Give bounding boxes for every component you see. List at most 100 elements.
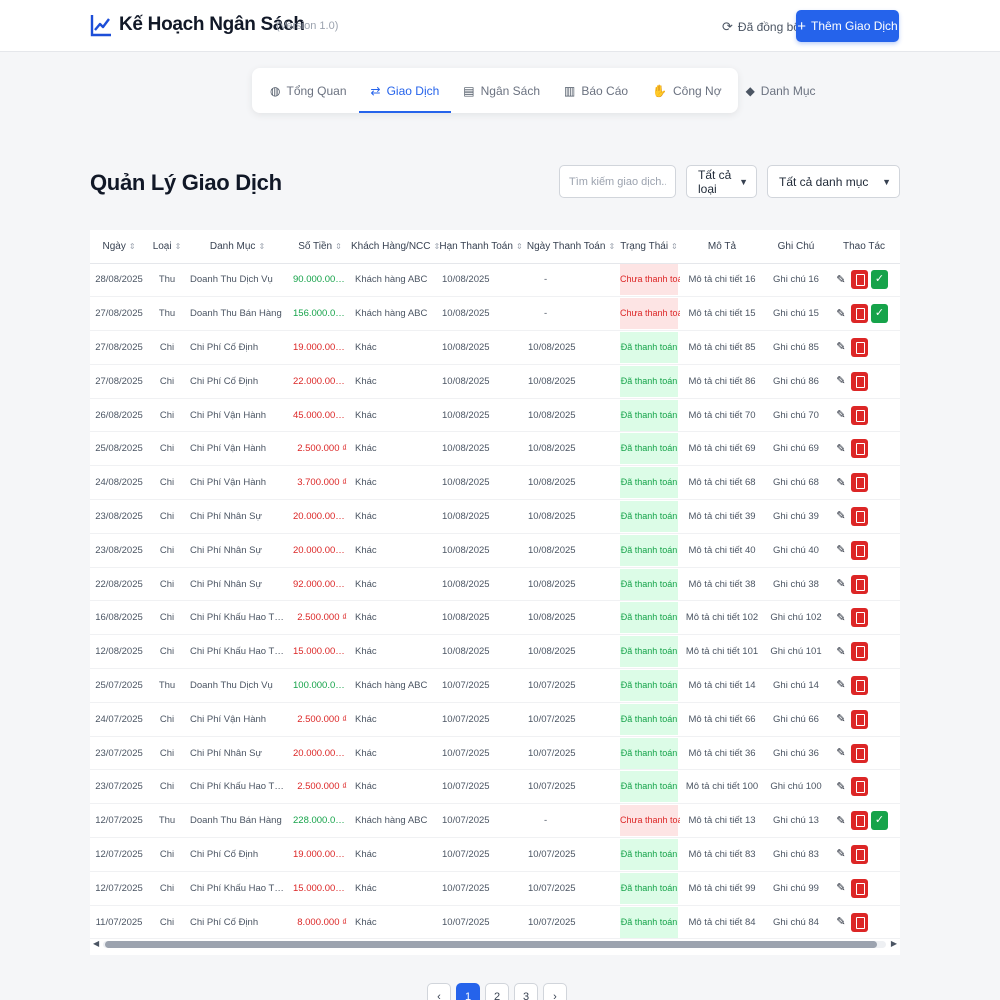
next-page-button[interactable]: › — [543, 983, 567, 1000]
delete-icon[interactable] — [851, 743, 868, 763]
sort-icon[interactable]: ⇕ — [335, 242, 342, 251]
edit-icon[interactable]: ✎ — [834, 745, 848, 761]
delete-icon[interactable] — [851, 506, 868, 526]
mark-paid-icon[interactable]: ✓ — [871, 270, 888, 290]
edit-icon[interactable]: ✎ — [834, 373, 848, 389]
column-header[interactable]: Loại ⇕ — [148, 230, 186, 264]
category-filter-select[interactable]: Tất cả danh mục ▼ — [767, 165, 900, 198]
search-input[interactable] — [559, 165, 676, 198]
page-button-1[interactable]: 1 — [456, 983, 480, 1000]
delete-icon[interactable] — [851, 337, 868, 357]
edit-icon[interactable]: ✎ — [834, 576, 848, 592]
tab-danh-muc[interactable]: ◆ Danh Mục — [734, 68, 828, 113]
scroll-left-icon[interactable]: ◀ — [93, 939, 99, 948]
sort-icon[interactable]: ⇕ — [129, 242, 136, 251]
delete-icon[interactable] — [851, 473, 868, 493]
mark-paid-icon[interactable]: ✓ — [871, 811, 888, 831]
page-button-2[interactable]: 2 — [485, 983, 509, 1000]
delete-icon[interactable] — [851, 811, 868, 831]
edit-icon[interactable]: ✎ — [834, 441, 848, 457]
delete-icon[interactable] — [851, 439, 868, 459]
cell-due-date: 10/08/2025 — [438, 634, 524, 670]
sort-icon[interactable]: ⇕ — [258, 242, 265, 251]
column-header[interactable]: Hạn Thanh Toán ⇕ — [438, 230, 524, 264]
cell-paid-date: 10/07/2025 — [524, 837, 618, 872]
delete-icon[interactable] — [851, 912, 868, 932]
cell-description: Mô tả chi tiết 85 — [680, 330, 764, 365]
delete-icon[interactable] — [851, 270, 868, 290]
page-button-3[interactable]: 3 — [514, 983, 538, 1000]
cell-type: Chi — [148, 871, 186, 906]
add-transaction-button[interactable]: + Thêm Giao Dịch — [796, 10, 899, 42]
cell-category: Chi Phí Khấu Hao Tài... — [186, 600, 289, 636]
prev-page-button[interactable]: ‹ — [427, 983, 451, 1000]
edit-icon[interactable]: ✎ — [834, 475, 848, 491]
tab-bao-cao[interactable]: ▥ Báo Cáo — [552, 68, 640, 113]
cell-status: Đã thanh toán — [618, 499, 680, 534]
delete-icon[interactable] — [851, 675, 868, 695]
cell-amount: 22.000.000 ₫ — [289, 364, 351, 399]
edit-icon[interactable]: ✎ — [834, 508, 848, 524]
delete-icon[interactable] — [851, 574, 868, 594]
sort-icon[interactable]: ⇕ — [516, 242, 523, 251]
cell-amount: 92.000.000 ₫ — [289, 567, 351, 602]
cell-date: 12/07/2025 — [90, 871, 148, 906]
tab-cong-no[interactable]: ✋ Công Nợ — [640, 68, 734, 113]
delete-icon[interactable] — [851, 608, 868, 628]
edit-icon[interactable]: ✎ — [834, 711, 848, 727]
scroll-right-icon[interactable]: ▶ — [891, 939, 897, 948]
cell-type: Chi — [148, 837, 186, 872]
column-header[interactable]: Ngày Thanh Toán ⇕ — [524, 230, 618, 264]
cell-customer: Khác — [351, 634, 438, 670]
edit-icon[interactable]: ✎ — [834, 914, 848, 930]
cell-description: Mô tả chi tiết 69 — [680, 431, 764, 467]
cell-date: 23/08/2025 — [90, 533, 148, 568]
edit-icon[interactable]: ✎ — [834, 846, 848, 862]
edit-icon[interactable]: ✎ — [834, 677, 848, 693]
edit-icon[interactable]: ✎ — [834, 610, 848, 626]
delete-icon[interactable] — [851, 878, 868, 898]
delete-icon[interactable] — [851, 405, 868, 425]
type-filter-select[interactable]: Tất cả loại ▼ — [686, 165, 757, 198]
sync-status[interactable]: ⟳ Đã đồng bộ — [722, 19, 800, 35]
edit-icon[interactable]: ✎ — [834, 272, 848, 288]
tab-giao-dich[interactable]: ⇄ Giao Dịch — [358, 68, 452, 113]
edit-icon[interactable]: ✎ — [834, 407, 848, 423]
delete-icon[interactable] — [851, 371, 868, 391]
cell-status: Đã thanh toán — [618, 533, 680, 568]
column-header[interactable]: Ngày ⇕ — [90, 230, 148, 264]
cell-description: Mô tả chi tiết 36 — [680, 736, 764, 771]
sort-icon[interactable]: ⇕ — [671, 242, 678, 251]
edit-icon[interactable]: ✎ — [834, 880, 848, 896]
column-header[interactable]: Số Tiền ⇕ — [289, 230, 351, 264]
cell-paid-date: - — [524, 263, 618, 298]
tab-tong-quan[interactable]: ◍ Tổng Quan — [258, 68, 359, 113]
edit-icon[interactable]: ✎ — [834, 306, 848, 322]
cell-paid-date: 10/07/2025 — [524, 769, 618, 805]
scrollbar-thumb[interactable] — [105, 941, 877, 948]
status-badge: Đã thanh toán — [620, 872, 678, 904]
horizontal-scrollbar[interactable]: ◀ ▶ — [93, 938, 897, 950]
column-header[interactable]: Trạng Thái ⇕ — [618, 230, 680, 264]
table-row: 25/08/2025 Chi Chi Phí Vận Hành 2.500.000 ₫… — [90, 431, 900, 467]
column-header[interactable]: Khách Hàng/NCC ⇕ — [351, 230, 440, 264]
delete-icon[interactable] — [851, 540, 868, 560]
edit-icon[interactable]: ✎ — [834, 779, 848, 795]
delete-icon[interactable] — [851, 777, 868, 797]
delete-icon[interactable] — [851, 642, 868, 662]
swap-icon: ⇄ — [370, 83, 381, 98]
sort-icon[interactable]: ⇕ — [608, 242, 615, 251]
mark-paid-icon[interactable]: ✓ — [871, 304, 888, 324]
cell-customer: Khác — [351, 364, 438, 399]
delete-icon[interactable] — [851, 304, 868, 324]
sort-icon[interactable]: ⇕ — [175, 242, 182, 251]
cell-amount: 15.000.000 ₫ — [289, 871, 351, 906]
tab-ngan-sach[interactable]: ▤ Ngân Sách — [451, 68, 552, 113]
edit-icon[interactable]: ✎ — [834, 813, 848, 829]
edit-icon[interactable]: ✎ — [834, 542, 848, 558]
edit-icon[interactable]: ✎ — [834, 339, 848, 355]
delete-icon[interactable] — [851, 844, 868, 864]
edit-icon[interactable]: ✎ — [834, 644, 848, 660]
column-header[interactable]: Danh Mục ⇕ — [186, 230, 289, 264]
delete-icon[interactable] — [851, 709, 868, 729]
